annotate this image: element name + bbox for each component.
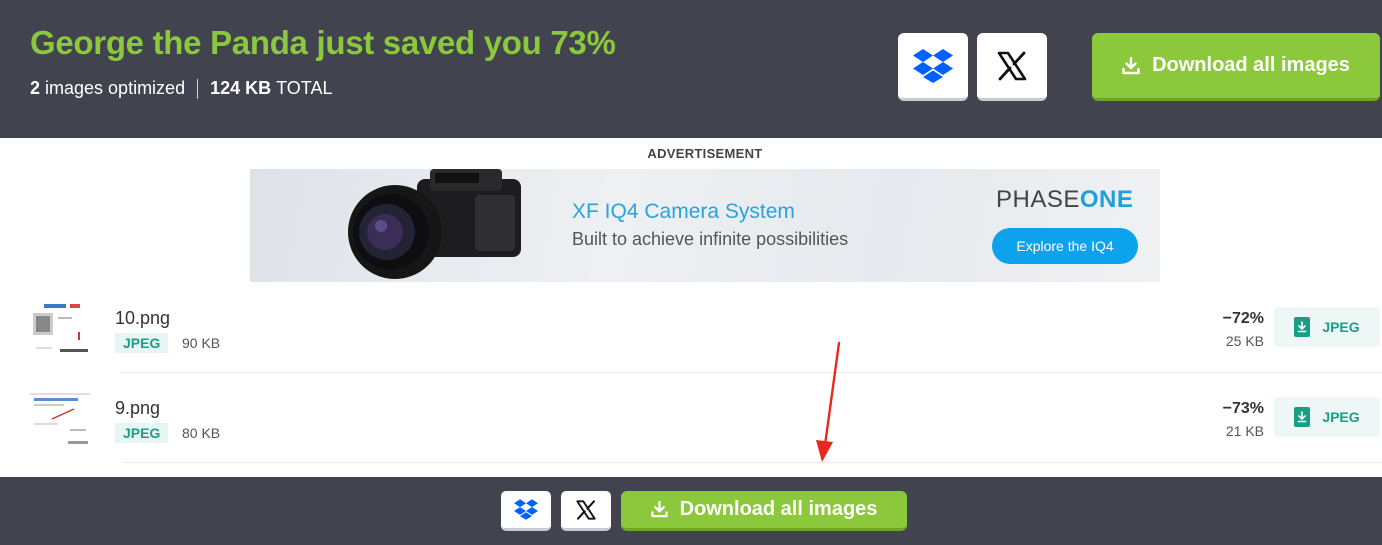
- download-format-label: JPEG: [1322, 409, 1360, 425]
- download-all-button[interactable]: Download all images: [621, 491, 907, 531]
- save-to-dropbox-button[interactable]: [501, 491, 551, 531]
- results-header: George the Panda just saved you 73% 2 im…: [0, 0, 1382, 138]
- file-name: 9.png: [115, 398, 161, 418]
- save-to-dropbox-button[interactable]: [898, 33, 968, 101]
- advertisement-banner[interactable]: XF IQ4 Camera System Built to achieve in…: [250, 169, 1160, 282]
- camera-image: [348, 169, 521, 279]
- download-all-button[interactable]: Download all images: [1092, 33, 1380, 101]
- ad-title: XF IQ4 Camera System: [572, 200, 795, 223]
- total-label: TOTAL: [276, 78, 333, 98]
- original-size: 80 KB: [182, 425, 221, 441]
- ad-brand-logo: PHASEONE: [996, 186, 1134, 213]
- download-icon: [650, 501, 668, 518]
- savings-percent: −72%: [1222, 310, 1264, 327]
- file-row: 10.png JPEG 90 KB −72% 25 KB JPEG: [0, 295, 1382, 385]
- dropbox-icon: [514, 499, 538, 520]
- file-thumbnail: [30, 299, 90, 355]
- advertisement-label: ADVERTISEMENT: [647, 146, 763, 161]
- ad-subtitle: Built to achieve infinite possibilities: [572, 229, 849, 249]
- file-download-icon: [1294, 407, 1311, 427]
- images-count: 2: [30, 78, 41, 98]
- total-size: 124 KB: [210, 78, 272, 98]
- download-icon: [1122, 56, 1140, 74]
- row-divider: [122, 462, 1382, 463]
- download-file-button[interactable]: JPEG: [1274, 307, 1380, 347]
- x-logo-icon: [997, 51, 1027, 80]
- savings-percent: −73%: [1222, 400, 1264, 417]
- dropbox-icon: [913, 48, 953, 83]
- format-badge: JPEG: [115, 423, 169, 443]
- file-thumbnail: [30, 389, 90, 445]
- file-row: 9.png JPEG 80 KB −73% 21 KB JPEG: [0, 385, 1382, 475]
- ad-cta-button[interactable]: Explore the IQ4: [992, 228, 1138, 264]
- download-all-label: Download all images: [679, 498, 878, 520]
- row-divider: [122, 372, 1382, 373]
- download-file-button[interactable]: JPEG: [1274, 397, 1380, 437]
- file-name: 10.png: [115, 308, 171, 328]
- compressed-size: 21 KB: [1225, 423, 1264, 439]
- savings-headline: George the Panda just saved you 73%: [30, 24, 616, 61]
- download-all-label: Download all images: [1152, 54, 1350, 76]
- file-download-icon: [1294, 317, 1311, 337]
- images-label: images optimized: [45, 78, 186, 98]
- share-on-x-button[interactable]: [977, 33, 1047, 101]
- x-logo-icon: [576, 499, 596, 520]
- original-size: 90 KB: [182, 335, 221, 351]
- download-format-label: JPEG: [1322, 319, 1360, 335]
- format-badge: JPEG: [115, 333, 169, 353]
- share-on-x-button[interactable]: [561, 491, 611, 531]
- compressed-size: 25 KB: [1225, 333, 1264, 349]
- sticky-footer-bar: Download all images: [0, 477, 1382, 545]
- summary-separator: [197, 78, 199, 99]
- optimization-summary: 2 images optimized 124 KB TOTAL: [30, 78, 332, 99]
